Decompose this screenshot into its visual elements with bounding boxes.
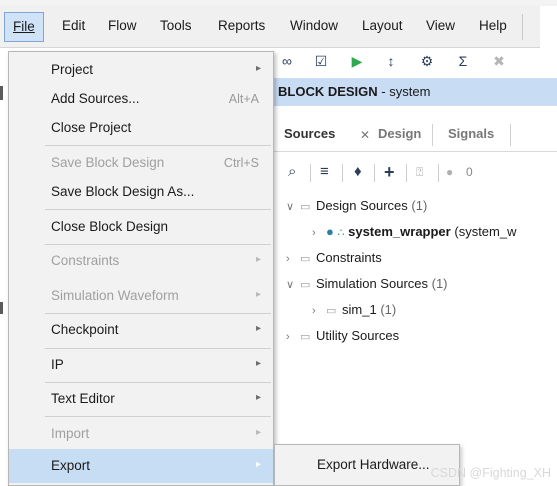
chevron-right-icon: ▸ bbox=[255, 459, 261, 470]
help-icon[interactable]: ⍰ bbox=[416, 164, 423, 180]
chevron-right-icon[interactable]: › bbox=[286, 331, 300, 343]
menu-file[interactable]: File bbox=[4, 12, 44, 42]
chevron-down-icon[interactable]: ∨ bbox=[286, 200, 300, 213]
expand-all-icon[interactable]: ♦ bbox=[354, 164, 362, 180]
sources-toolbar: ⌕ ≡ ♦ + ⍰ ● 0 bbox=[274, 156, 557, 188]
tree-row-sim-1[interactable]: › ▭ sim_1 (1) bbox=[312, 302, 396, 324]
toolbar-separator bbox=[310, 164, 311, 182]
tab-separator bbox=[510, 124, 511, 146]
window-edge bbox=[0, 302, 3, 314]
close-icon[interactable]: ✕ bbox=[360, 128, 370, 142]
sigma-icon[interactable]: Σ bbox=[454, 52, 472, 70]
chevron-right-icon[interactable]: › bbox=[286, 253, 300, 265]
binoculars-icon[interactable]: ∞ bbox=[278, 52, 296, 70]
folder-icon: ▭ bbox=[300, 331, 311, 343]
tab-design[interactable]: Design bbox=[378, 126, 421, 141]
menu-item-checkpoint[interactable]: Checkpoint ▸ bbox=[9, 313, 273, 347]
menu-flow[interactable]: Flow bbox=[108, 18, 137, 33]
chevron-right-icon: ▸ bbox=[255, 323, 261, 334]
menu-item-close-project[interactable]: Close Project bbox=[9, 111, 273, 145]
cancel-icon[interactable]: ✖ bbox=[490, 52, 508, 70]
folder-icon: ▭ bbox=[300, 279, 311, 291]
block-design-header: BLOCK DESIGN - system bbox=[274, 78, 557, 106]
menu-item-import[interactable]: Import ▸ bbox=[9, 417, 273, 451]
chevron-right-icon: ▸ bbox=[255, 63, 261, 74]
toolbar-separator bbox=[438, 164, 439, 182]
panel-tabs: Sources ✕ Design Signals bbox=[274, 118, 557, 152]
tree-row-constraints[interactable]: › ▭ Constraints bbox=[286, 250, 382, 272]
collapse-all-icon[interactable]: ≡ bbox=[320, 164, 329, 180]
folder-icon: ▭ bbox=[300, 253, 311, 265]
menu-reports[interactable]: Reports bbox=[218, 18, 265, 33]
tab-sources[interactable]: Sources bbox=[284, 126, 335, 141]
tab-signals[interactable]: Signals bbox=[448, 126, 494, 141]
file-menu-dropdown: Project ▸ Add Sources... Alt+A Close Proje… bbox=[8, 51, 274, 486]
hierarchy-icon: ∴ bbox=[337, 227, 345, 239]
menubar-separator bbox=[522, 14, 523, 40]
tree-row-design-sources[interactable]: ∨ ▭ Design Sources (1) bbox=[286, 198, 427, 220]
badge-count: 0 bbox=[466, 165, 473, 179]
chevron-right-icon: ▸ bbox=[255, 427, 261, 438]
menu-item-constraints[interactable]: Constraints ▸ bbox=[9, 244, 273, 278]
tree-row-system-wrapper[interactable]: › ● ∴ system_wrapper (system_w bbox=[312, 224, 516, 246]
gear-icon[interactable]: ⚙ bbox=[418, 52, 436, 70]
chevron-right-icon[interactable]: › bbox=[312, 305, 326, 317]
folder-icon: ▭ bbox=[300, 201, 311, 213]
sources-panel: Sources ✕ Design Signals ⌕ ≡ ♦ + ⍰ ● 0 ∨… bbox=[274, 106, 557, 446]
menu-view[interactable]: View bbox=[426, 18, 455, 33]
chevron-right-icon: ▸ bbox=[255, 358, 261, 369]
menu-item-text-editor[interactable]: Text Editor ▸ bbox=[9, 382, 273, 416]
menu-item-close-block-design[interactable]: Close Block Design bbox=[9, 210, 273, 244]
watermark: CSDN @Fighting_XH bbox=[430, 466, 551, 480]
tree-row-simulation-sources[interactable]: ∨ ▭ Simulation Sources (1) bbox=[286, 276, 448, 298]
menu-item-export[interactable]: Export ▸ bbox=[9, 449, 273, 483]
add-icon[interactable]: + bbox=[384, 163, 395, 181]
tree-row-utility-sources[interactable]: › ▭ Utility Sources bbox=[286, 328, 399, 350]
status-dot-icon: ● bbox=[326, 224, 334, 239]
toolbar-separator bbox=[374, 164, 375, 182]
toolbar-separator bbox=[406, 164, 407, 182]
menu-bar: File Edit Flow Tools Reports Window Layo… bbox=[0, 6, 540, 48]
tab-separator bbox=[432, 124, 433, 146]
menu-edit[interactable]: Edit bbox=[62, 18, 85, 33]
toolbar: ∞ ☑ ▶ ↕ ⚙ Σ ✖ bbox=[274, 48, 557, 76]
chevron-right-icon: ▸ bbox=[255, 254, 261, 265]
folder-icon: ▭ bbox=[326, 305, 337, 317]
program-icon[interactable]: ↕ bbox=[382, 52, 400, 70]
status-dot-icon: ● bbox=[446, 165, 454, 179]
window-edge bbox=[0, 86, 3, 100]
menu-layout[interactable]: Layout bbox=[362, 18, 403, 33]
run-icon[interactable]: ▶ bbox=[348, 52, 366, 70]
toolbar-separator bbox=[342, 164, 343, 182]
menu-window[interactable]: Window bbox=[290, 18, 338, 33]
menu-item-simulation-waveform[interactable]: Simulation Waveform ▸ bbox=[9, 279, 273, 313]
menu-item-export-hardware[interactable]: Export Hardware... bbox=[317, 457, 430, 472]
checkbox-icon[interactable]: ☑ bbox=[312, 52, 330, 70]
menu-tools[interactable]: Tools bbox=[160, 18, 192, 33]
chevron-down-icon[interactable]: ∨ bbox=[286, 278, 300, 291]
menu-help[interactable]: Help bbox=[479, 18, 507, 33]
search-icon[interactable]: ⌕ bbox=[288, 164, 296, 180]
chevron-right-icon: ▸ bbox=[255, 289, 261, 300]
chevron-right-icon: ▸ bbox=[255, 392, 261, 403]
menu-item-ip[interactable]: IP ▸ bbox=[9, 348, 273, 382]
cut-off-text bbox=[90, 0, 93, 5]
block-design-title: BLOCK DESIGN - system bbox=[278, 84, 431, 99]
chevron-right-icon[interactable]: › bbox=[312, 227, 326, 239]
menu-item-save-block-design-as[interactable]: Save Block Design As... bbox=[9, 175, 273, 209]
